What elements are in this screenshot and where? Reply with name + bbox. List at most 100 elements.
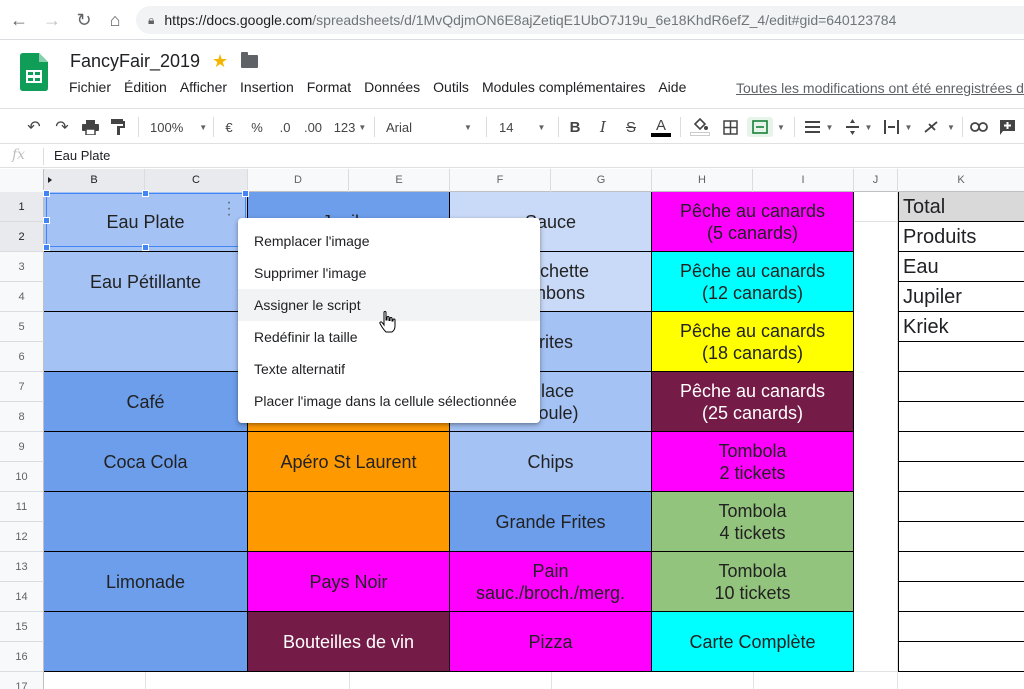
cell-block[interactable]: Pain sauc./broch./merg. xyxy=(450,552,652,612)
selected-image-frame[interactable] xyxy=(46,193,246,247)
cell-block[interactable]: Grande Frites xyxy=(450,492,652,552)
row-header[interactable]: 17 xyxy=(0,672,44,689)
column-header-c[interactable]: C xyxy=(145,169,248,192)
cell-block[interactable]: Tombola 4 tickets xyxy=(652,492,854,552)
column-header-k[interactable]: K xyxy=(898,169,1024,192)
menu-tools[interactable]: Outils xyxy=(433,79,469,99)
column-header-b[interactable]: B xyxy=(44,169,145,192)
column-header-j[interactable]: J xyxy=(854,169,898,192)
list-item[interactable] xyxy=(898,432,1024,462)
list-item[interactable] xyxy=(898,462,1024,492)
menu-item-alt-text[interactable]: Texte alternatif xyxy=(238,353,540,385)
italic-button[interactable]: I xyxy=(595,117,611,137)
text-wrapping-icon[interactable]: ▼ xyxy=(882,117,914,137)
row-header[interactable]: 10 xyxy=(0,462,44,492)
home-icon[interactable]: ⌂ xyxy=(104,9,126,31)
document-title[interactable]: FancyFair_2019 xyxy=(70,51,200,72)
row-header[interactable]: 16 xyxy=(0,642,44,672)
row-header[interactable]: 8 xyxy=(0,402,44,432)
resize-handle[interactable] xyxy=(142,244,149,251)
cell-block[interactable] xyxy=(44,492,248,552)
borders-icon[interactable] xyxy=(720,117,740,137)
row-header[interactable]: 14 xyxy=(0,582,44,612)
resize-handle[interactable] xyxy=(43,217,50,224)
cell-block[interactable]: Carte Complète xyxy=(652,612,854,672)
number-format-select[interactable]: 123 ▼ xyxy=(330,117,370,137)
cell-block[interactable]: Pêche au canards (5 canards) xyxy=(652,192,854,252)
menu-view[interactable]: Afficher xyxy=(180,79,227,99)
menu-item-delete-image[interactable]: Supprimer l'image xyxy=(238,257,540,289)
row-header[interactable]: 4 xyxy=(0,282,44,312)
sheets-logo-icon[interactable] xyxy=(20,53,48,91)
text-color-button[interactable]: A xyxy=(650,117,672,137)
row-header[interactable]: 6 xyxy=(0,342,44,372)
cell-block[interactable]: Café xyxy=(44,372,248,432)
strikethrough-button[interactable]: S xyxy=(623,117,639,137)
column-header-g[interactable]: G xyxy=(551,169,652,192)
zoom-select[interactable]: 100% ▼ xyxy=(150,117,207,137)
currency-format-button[interactable]: € xyxy=(222,117,236,137)
cell-block[interactable]: Coca Cola xyxy=(44,432,248,492)
star-icon[interactable]: ★ xyxy=(212,51,228,72)
cell-block[interactable]: Eau Pétillante xyxy=(44,252,248,312)
menu-item-replace-image[interactable]: Remplacer l'image xyxy=(238,225,540,257)
fill-color-icon[interactable] xyxy=(689,117,711,137)
cell-block[interactable] xyxy=(248,492,450,552)
folder-icon[interactable] xyxy=(241,52,258,68)
list-item[interactable] xyxy=(898,522,1024,552)
cell-block[interactable]: Limonade xyxy=(44,552,248,612)
row-header[interactable]: 1 xyxy=(0,192,44,222)
cell-block[interactable]: Pays Noir xyxy=(248,552,450,612)
row-header[interactable]: 9 xyxy=(0,432,44,462)
cell-block[interactable]: Pêche au canards (12 canards) xyxy=(652,252,854,312)
list-item[interactable]: Eau xyxy=(898,252,1024,282)
list-item[interactable] xyxy=(898,642,1024,672)
list-item[interactable] xyxy=(898,582,1024,612)
list-item[interactable]: Kriek xyxy=(898,312,1024,342)
address-bar[interactable]: 🔒︎ https://docs.google.com /spreadsheets… xyxy=(136,6,1024,34)
list-item[interactable]: Produits xyxy=(898,222,1024,252)
row-header[interactable]: 15 xyxy=(0,612,44,642)
cell-block[interactable]: Tombola 2 tickets xyxy=(652,432,854,492)
column-header-h[interactable]: H xyxy=(652,169,753,192)
row-header[interactable]: 13 xyxy=(0,552,44,582)
row-header[interactable]: 11 xyxy=(0,492,44,522)
font-family-select[interactable]: Arial ▼ xyxy=(386,117,476,137)
row-header[interactable]: 2 xyxy=(0,222,44,252)
menu-item-place-in-cell[interactable]: Placer l'image dans la cellule sélection… xyxy=(238,385,540,417)
list-item[interactable]: Total xyxy=(898,192,1024,222)
increase-decimal-button[interactable]: .00 xyxy=(301,117,325,137)
redo-icon[interactable]: ↷ xyxy=(52,117,72,137)
insert-link-icon[interactable] xyxy=(969,117,989,137)
cell-block[interactable]: Bouteilles de vin xyxy=(248,612,450,672)
reload-icon[interactable]: ↻ xyxy=(73,9,95,31)
menu-insert[interactable]: Insertion xyxy=(240,79,294,99)
column-header-e[interactable]: E xyxy=(349,169,450,192)
list-item[interactable] xyxy=(898,612,1024,642)
row-header[interactable]: 3 xyxy=(0,252,44,282)
undo-icon[interactable]: ↶ xyxy=(24,117,44,137)
column-header-f[interactable]: F xyxy=(450,169,551,192)
menu-file[interactable]: Fichier xyxy=(69,79,111,99)
decrease-decimal-button[interactable]: .0 xyxy=(275,117,295,137)
text-rotation-icon[interactable]: ▼ xyxy=(921,117,957,137)
cell-block[interactable]: Tombola 10 tickets xyxy=(652,552,854,612)
list-item[interactable] xyxy=(898,342,1024,372)
cell-block[interactable]: Pizza xyxy=(450,612,652,672)
resize-handle[interactable] xyxy=(43,244,50,251)
vertical-align-icon[interactable]: ▼ xyxy=(843,117,875,137)
resize-handle[interactable] xyxy=(242,190,249,197)
column-header-d[interactable]: D xyxy=(248,169,349,192)
menu-addons[interactable]: Modules complémentaires xyxy=(482,79,645,99)
menu-help[interactable]: Aide xyxy=(658,79,686,99)
font-size-select[interactable]: 14 ▼ xyxy=(499,117,551,137)
row-header[interactable]: 7 xyxy=(0,372,44,402)
horizontal-align-icon[interactable]: ▼ xyxy=(803,117,835,137)
forward-icon[interactable]: → xyxy=(41,9,63,31)
list-item[interactable] xyxy=(898,552,1024,582)
back-icon[interactable]: ← xyxy=(8,9,30,31)
list-item[interactable] xyxy=(898,492,1024,522)
insert-comment-icon[interactable] xyxy=(997,117,1017,137)
menu-edit[interactable]: Édition xyxy=(124,79,167,99)
list-item[interactable] xyxy=(898,402,1024,432)
